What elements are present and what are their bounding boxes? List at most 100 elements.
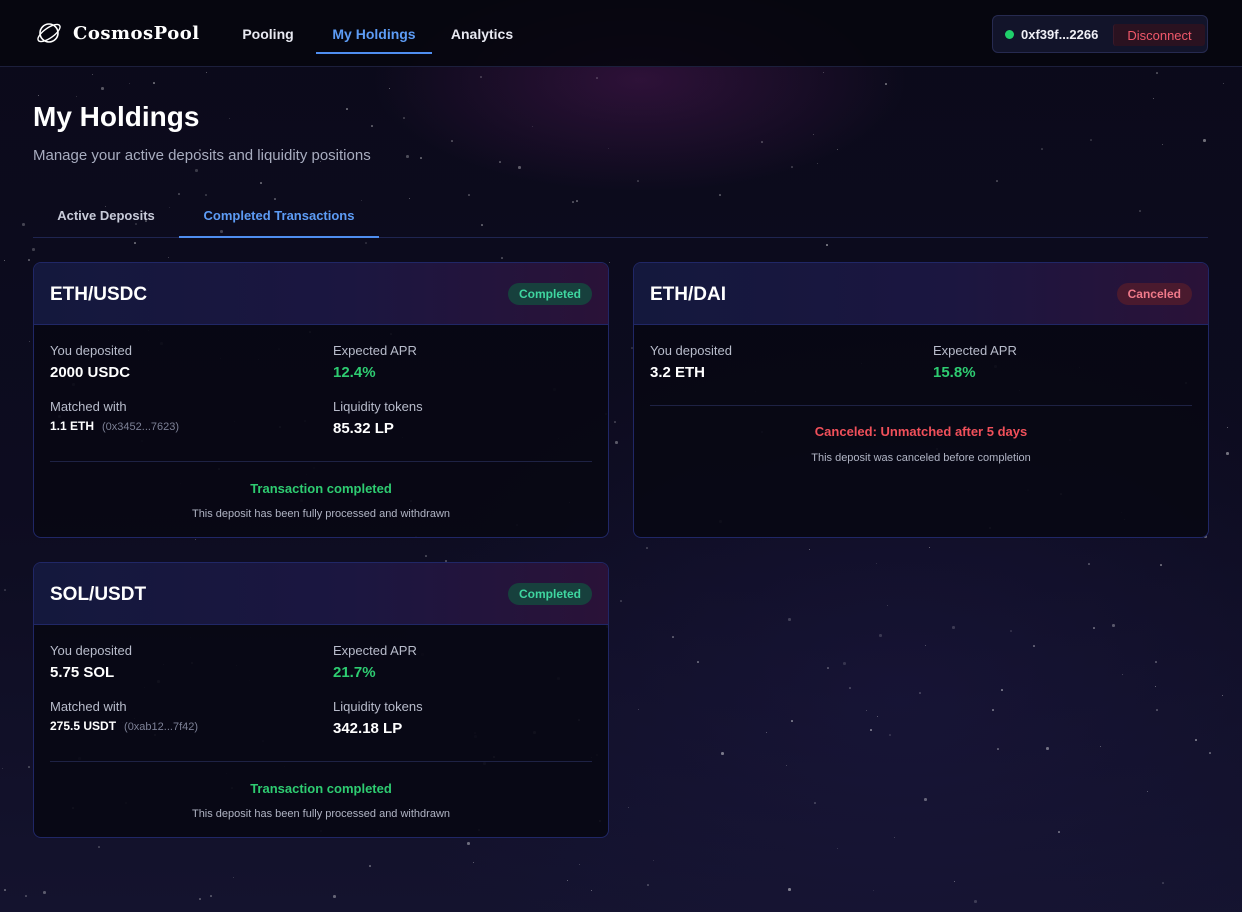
disconnect-button[interactable]: Disconnect — [1113, 24, 1205, 46]
star-dot — [1112, 624, 1115, 627]
result-title: Transaction completed — [250, 781, 392, 796]
apr-value: 15.8% — [933, 364, 976, 381]
star-dot — [371, 125, 373, 127]
holding-card-sol-usdt: SOL/USDT Completed You deposited 5.75 SO… — [33, 562, 609, 838]
star-dot — [1093, 627, 1095, 629]
star-dot — [628, 807, 629, 808]
star-dot — [38, 95, 39, 96]
star-dot — [814, 802, 816, 804]
matched-address: (0x3452...7623) — [102, 421, 180, 433]
apr-value: 12.4% — [333, 364, 376, 381]
top-navigation-bar: CosmosPool Pooling My Holdings Analytics… — [0, 0, 1242, 67]
star-dot — [43, 891, 46, 894]
star-dot — [823, 72, 824, 73]
star-dot — [425, 555, 427, 557]
star-dot — [879, 634, 882, 637]
star-dot — [997, 748, 999, 750]
star-dot — [919, 692, 921, 694]
star-dot — [499, 161, 501, 163]
star-dot — [885, 83, 887, 85]
star-dot — [766, 732, 767, 733]
star-dot — [952, 626, 955, 629]
star-dot — [1088, 563, 1090, 565]
star-dot — [889, 734, 891, 736]
wallet-address: 0xf39f...2266 — [1021, 26, 1099, 42]
tab-completed-transactions[interactable]: Completed Transactions — [179, 193, 379, 238]
result-subtitle: This deposit has been fully processed an… — [191, 808, 451, 820]
star-dot — [365, 242, 367, 244]
star-dot — [1041, 148, 1043, 150]
matched-value: 275.5 USDT (0xab12...7f42) — [50, 719, 198, 733]
apr-label: Expected APR — [933, 343, 1017, 358]
star-dot — [22, 223, 25, 226]
star-dot — [788, 618, 791, 621]
star-dot — [333, 895, 336, 898]
star-dot — [98, 846, 100, 848]
star-dot — [615, 441, 618, 444]
star-dot — [1195, 739, 1197, 741]
star-dot — [614, 421, 616, 423]
star-dot — [32, 248, 35, 251]
matched-label: Matched with — [50, 399, 127, 414]
matched-amount: 1.1 ETH — [50, 419, 95, 433]
matched-address: (0xab12...7f42) — [124, 721, 199, 733]
star-dot — [849, 687, 851, 689]
star-dot — [389, 88, 390, 89]
star-dot — [653, 860, 654, 861]
apr-label: Expected APR — [333, 643, 417, 658]
star-dot — [2, 768, 3, 769]
star-dot — [195, 169, 198, 172]
star-dot — [809, 549, 810, 550]
nav-pooling[interactable]: Pooling — [228, 0, 308, 67]
star-dot — [199, 898, 201, 900]
star-dot — [4, 260, 5, 261]
page-subtitle: Manage your active deposits and liquidit… — [33, 147, 371, 164]
star-dot — [870, 729, 872, 731]
star-dot — [28, 259, 30, 261]
star-dot — [518, 166, 521, 169]
holding-card-eth-dai: ETH/DAI Canceled You deposited 3.2 ETH E… — [633, 262, 1209, 538]
star-dot — [837, 149, 838, 150]
deposited-value: 5.75 SOL — [50, 664, 115, 681]
star-dot — [929, 547, 930, 548]
star-dot — [843, 662, 846, 665]
star-dot — [4, 589, 6, 591]
star-dot — [974, 900, 977, 903]
star-dot — [101, 87, 104, 90]
star-dot — [647, 884, 649, 886]
tab-active-deposits[interactable]: Active Deposits — [33, 193, 179, 237]
star-dot — [92, 74, 93, 75]
pair-name: ETH/USDC — [50, 284, 148, 305]
star-dot — [817, 163, 818, 164]
star-dot — [1010, 630, 1012, 632]
nav-analytics[interactable]: Analytics — [432, 0, 532, 67]
star-dot — [168, 257, 169, 258]
brand[interactable]: CosmosPool — [35, 19, 200, 47]
connected-status-icon — [1005, 29, 1014, 39]
star-dot — [924, 798, 927, 801]
star-dot — [877, 716, 878, 717]
star-dot — [1153, 98, 1154, 99]
result-subtitle: This deposit has been fully processed an… — [191, 508, 451, 520]
nav-my-holdings[interactable]: My Holdings — [316, 0, 432, 67]
star-dot — [451, 140, 453, 142]
star-dot — [1162, 882, 1164, 884]
star-dot — [1160, 564, 1162, 566]
apr-value: 21.7% — [333, 664, 376, 681]
star-dot — [876, 563, 877, 564]
star-dot — [866, 710, 867, 711]
star-dot — [887, 605, 888, 606]
star-dot — [206, 72, 207, 73]
star-dot — [826, 244, 828, 246]
star-dot — [1100, 746, 1101, 747]
star-dot — [788, 888, 791, 891]
star-dot — [1226, 452, 1229, 455]
star-dot — [894, 837, 895, 838]
matched-value: 1.1 ETH (0x3452...7623) — [50, 419, 179, 433]
star-dot — [1155, 661, 1157, 663]
star-dot — [591, 890, 592, 891]
star-dot — [1122, 674, 1123, 675]
deposited-value: 2000 USDC — [50, 364, 131, 381]
status-badge: Canceled — [1116, 283, 1192, 305]
star-dot — [1162, 144, 1163, 145]
